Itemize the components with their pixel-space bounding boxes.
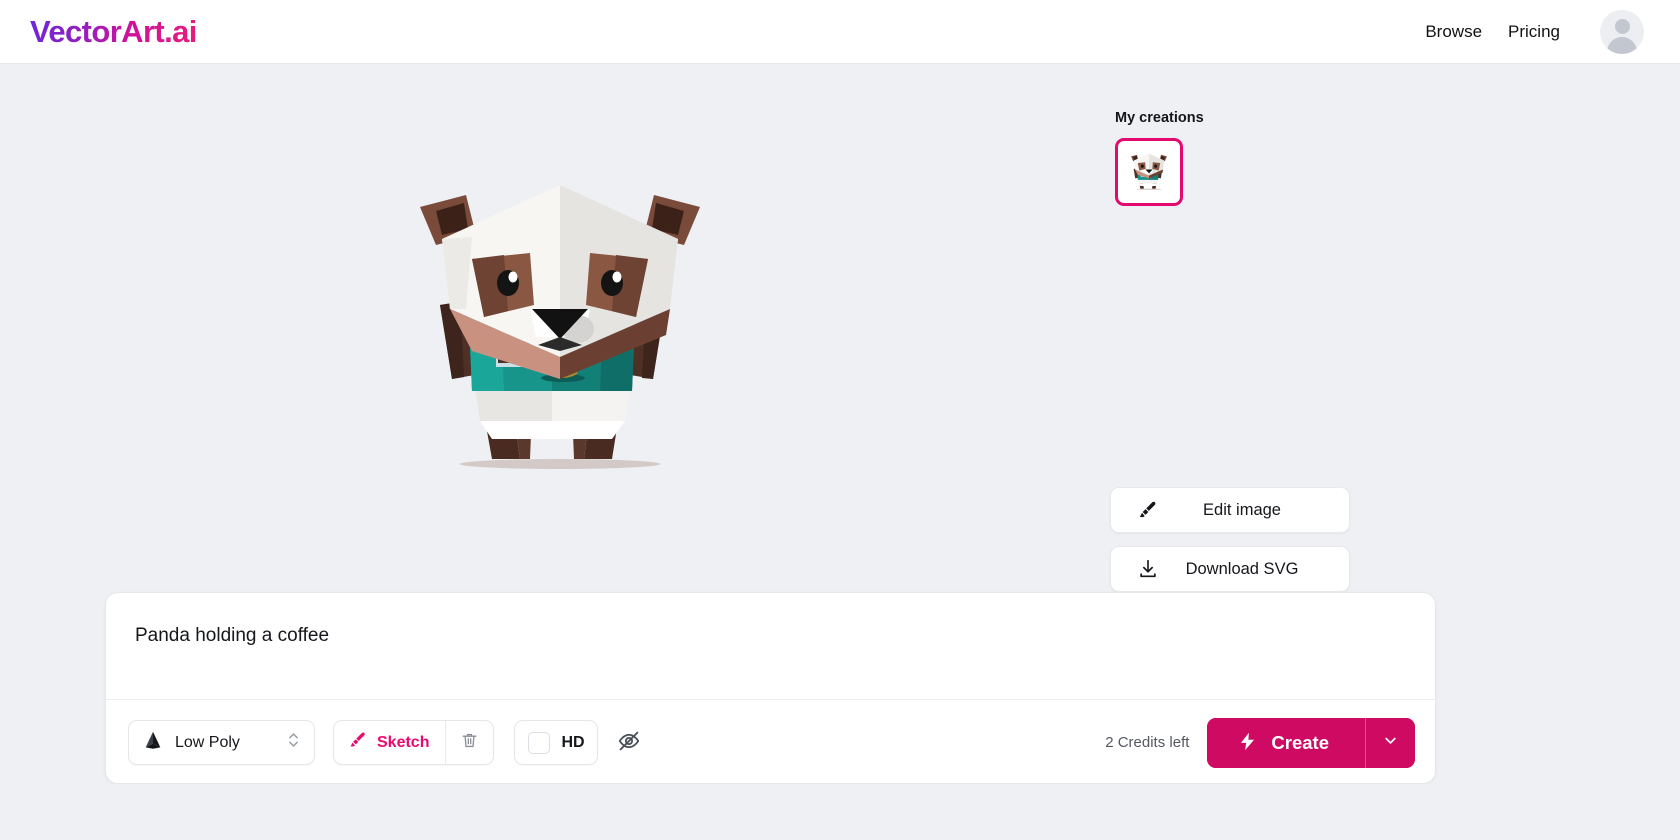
creations-panel: My creations: [1115, 110, 1535, 206]
image-actions: Edit image Download SVG: [1110, 487, 1350, 605]
mode-chip-group: Sketch: [333, 720, 495, 765]
credits-text: 2 Credits left: [1105, 734, 1190, 751]
main-nav: Browse Pricing: [1425, 22, 1560, 42]
bolt-icon: [1237, 731, 1258, 755]
creation-thumbnail[interactable]: [1115, 138, 1183, 206]
page-bottom-strip: [0, 784, 1680, 840]
nav-link-pricing[interactable]: Pricing: [1508, 22, 1560, 42]
app-root: VectorArt.ai Browse Pricing My creations…: [0, 0, 1680, 840]
delete-mode-button[interactable]: [446, 721, 493, 764]
prompt-input[interactable]: Panda holding a coffee: [135, 625, 329, 647]
download-icon: [1137, 558, 1159, 580]
mode-chip-sketch[interactable]: Sketch: [334, 721, 445, 764]
brush-icon: [1137, 499, 1159, 521]
brand-logo[interactable]: VectorArt.ai: [30, 14, 197, 50]
visibility-toggle-button[interactable]: [612, 726, 646, 760]
chevron-updown-icon: [286, 730, 301, 755]
style-select[interactable]: Low Poly: [128, 720, 315, 765]
low-poly-icon: [142, 729, 164, 756]
creations-title: My creations: [1115, 110, 1204, 126]
avatar-body-shape: [1607, 36, 1637, 54]
create-button-group: Create: [1207, 717, 1415, 768]
create-button-label: Create: [1271, 731, 1329, 753]
nav-link-browse[interactable]: Browse: [1425, 22, 1482, 42]
avatar[interactable]: [1600, 9, 1644, 54]
creation-thumbnail-preview: [1131, 153, 1167, 190]
create-button[interactable]: Create: [1207, 717, 1365, 768]
style-select-value: Low Poly: [175, 733, 240, 751]
app-header: VectorArt.ai Browse Pricing: [0, 0, 1680, 64]
eye-off-icon: [617, 729, 641, 756]
prompt-toolbar: Low Poly Sketch HD 2 Credits left Create: [106, 700, 1435, 783]
panda-artwork[interactable]: [380, 159, 740, 499]
hd-checkbox[interactable]: [528, 731, 551, 754]
trash-icon: [460, 731, 479, 755]
mode-chip-label: Sketch: [377, 733, 430, 751]
create-options-button[interactable]: [1365, 717, 1415, 768]
chevron-down-icon: [1381, 731, 1400, 755]
prompt-card: Panda holding a coffee Low Poly Sketch H…: [105, 592, 1436, 784]
brush-icon: [348, 730, 368, 755]
hd-label: HD: [561, 733, 585, 751]
artwork-canvas: [0, 64, 1120, 594]
avatar-head-shape: [1614, 18, 1630, 34]
hd-toggle[interactable]: HD: [514, 720, 599, 765]
download-svg-button[interactable]: Download SVG: [1110, 546, 1350, 592]
creations-list: [1115, 138, 1535, 206]
edit-image-button[interactable]: Edit image: [1110, 487, 1350, 533]
